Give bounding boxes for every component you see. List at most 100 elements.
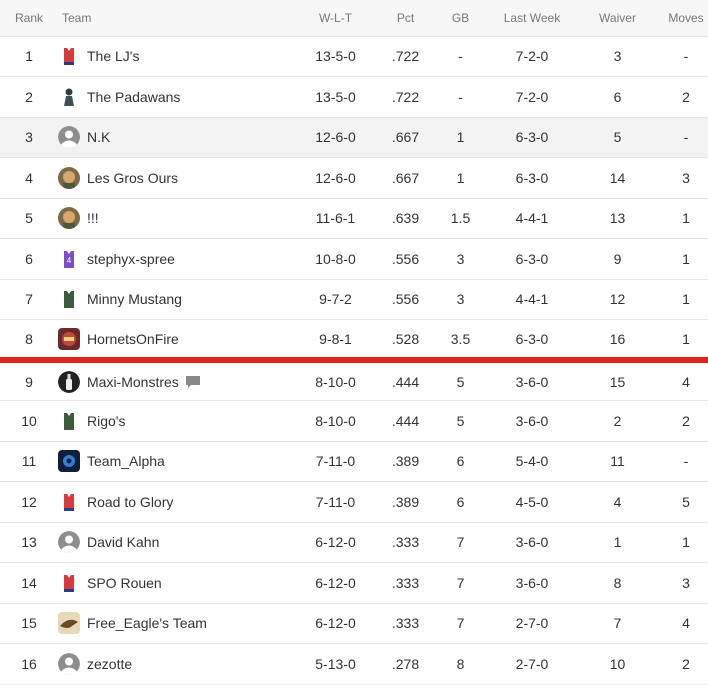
blue-logo-icon[interactable]: [58, 450, 80, 473]
team-cell: zezotte: [58, 643, 288, 685]
dark-figure-icon[interactable]: [58, 85, 80, 108]
gb-cell: 5: [428, 400, 493, 442]
table-row: 13 David Kahn 6-12-0.333 7 3-6-0 1 1: [0, 522, 708, 563]
last-week-cell: 6-3-0: [493, 319, 571, 363]
moves-cell: 1: [664, 238, 708, 280]
waiver-cell: 7: [571, 603, 664, 644]
gb-cell: 3.5: [428, 319, 493, 363]
last-week-cell: 4-4-1: [493, 198, 571, 239]
waiver-cell: 13: [571, 198, 664, 239]
purple-jersey-icon[interactable]: 4: [58, 247, 80, 270]
pct-header[interactable]: Pct: [383, 0, 428, 37]
rank-cell: 16: [0, 643, 58, 685]
team-cell: Road to Glory: [58, 481, 288, 523]
moves-cell: 4: [664, 360, 708, 401]
team-cell: HornetsOnFire: [58, 319, 288, 363]
rank-cell: 10: [0, 400, 58, 442]
rank-cell: 3: [0, 117, 58, 158]
team-cell: SPO Rouen: [58, 562, 288, 604]
team-name-link[interactable]: HornetsOnFire: [87, 331, 179, 347]
waiver-cell: 5: [571, 117, 664, 158]
gb-cell: -: [428, 36, 493, 77]
red-jersey-icon[interactable]: [58, 45, 80, 68]
default-user-icon[interactable]: [58, 126, 80, 149]
pct-cell: .444: [383, 360, 428, 401]
last-week-cell: 5-4-0: [493, 441, 571, 482]
team-name-link[interactable]: zezotte: [87, 656, 132, 672]
gb-cell: 5: [428, 360, 493, 401]
moves-cell: -: [664, 36, 708, 77]
default-user-icon[interactable]: [58, 531, 80, 554]
wlt-cell: 5-13-0: [288, 643, 383, 685]
green-jersey-icon[interactable]: [58, 288, 80, 311]
table-row: 5!!! 11-6-1.639 1.5 4-4-1 13 1: [0, 198, 708, 239]
rank-header[interactable]: Rank: [0, 0, 58, 37]
wlt-cell: 12-6-0: [288, 117, 383, 158]
moves-cell: -: [664, 441, 708, 482]
rank-cell: 8: [0, 319, 58, 363]
pct-cell: .556: [383, 279, 428, 320]
team-name-link[interactable]: Free_Eagle's Team: [87, 615, 207, 631]
bottle-icon[interactable]: [58, 370, 80, 393]
table-row: 4 Les Gros Ours 12-6-0.667 1 6-3-0 14 3: [0, 157, 708, 199]
last-week-cell: 3-6-0: [493, 562, 571, 604]
gb-cell: 6: [428, 441, 493, 482]
team-name-link[interactable]: David Kahn: [87, 534, 159, 550]
team-name-link[interactable]: stephyx-spree: [87, 251, 175, 267]
wlt-header[interactable]: W-L-T: [288, 0, 383, 37]
team-header[interactable]: Team: [58, 0, 288, 37]
moves-cell: 1: [664, 279, 708, 320]
message-icon[interactable]: [185, 375, 201, 389]
rank-cell: 9: [0, 360, 58, 401]
team-name-link[interactable]: N.K: [87, 129, 110, 145]
hornets-logo-icon[interactable]: [58, 327, 80, 350]
team-cell: !!!: [58, 198, 288, 239]
green-jersey-icon[interactable]: [58, 409, 80, 432]
team-name-link[interactable]: Rigo's: [87, 413, 125, 429]
team-cell: The LJ's: [58, 36, 288, 77]
red-jersey-icon[interactable]: [58, 571, 80, 594]
wlt-cell: 12-6-0: [288, 157, 383, 199]
last-week-cell: 7-2-0: [493, 76, 571, 118]
team-name-link[interactable]: !!!: [87, 210, 99, 226]
table-row: 8 HornetsOnFire 9-8-1.528 3.5 6-3-0 16 1: [0, 319, 708, 363]
photo-avatar-icon[interactable]: [58, 166, 80, 189]
rank-cell: 7: [0, 279, 58, 320]
eagle-icon[interactable]: [58, 612, 80, 635]
last-week-header[interactable]: Last Week: [493, 0, 571, 37]
moves-cell: 5: [664, 481, 708, 523]
team-name-link[interactable]: Team_Alpha: [87, 453, 165, 469]
team-cell: Minny Mustang: [58, 279, 288, 320]
photo-avatar-icon[interactable]: [58, 207, 80, 230]
team-cell: Team_Alpha: [58, 441, 288, 482]
team-name-link[interactable]: Minny Mustang: [87, 291, 182, 307]
gb-header[interactable]: GB: [428, 0, 493, 37]
waiver-header[interactable]: Waiver: [571, 0, 664, 37]
team-name-link[interactable]: The LJ's: [87, 48, 139, 64]
moves-cell: 2: [664, 76, 708, 118]
waiver-cell: 10: [571, 643, 664, 685]
team-cell: David Kahn: [58, 522, 288, 563]
team-name-link[interactable]: Road to Glory: [87, 494, 173, 510]
wlt-cell: 7-11-0: [288, 441, 383, 482]
pct-cell: .333: [383, 522, 428, 563]
last-week-cell: 4-4-1: [493, 279, 571, 320]
team-name-link[interactable]: Les Gros Ours: [87, 170, 178, 186]
table-row: 12 Road to Glory 7-11-0.389 6 4-5-0 4 5: [0, 481, 708, 523]
default-user-icon[interactable]: [58, 652, 80, 675]
wlt-cell: 6-12-0: [288, 562, 383, 604]
rank-cell: 13: [0, 522, 58, 563]
team-name-link[interactable]: Maxi-Monstres: [87, 374, 179, 390]
moves-header[interactable]: Moves: [664, 0, 708, 37]
rank-cell: 6: [0, 238, 58, 280]
wlt-cell: 10-8-0: [288, 238, 383, 280]
pct-cell: .444: [383, 400, 428, 442]
wlt-cell: 9-7-2: [288, 279, 383, 320]
wlt-cell: 8-10-0: [288, 400, 383, 442]
rank-cell: 12: [0, 481, 58, 523]
red-jersey-icon[interactable]: [58, 490, 80, 513]
team-name-link[interactable]: The Padawans: [87, 89, 180, 105]
last-week-cell: 3-6-0: [493, 522, 571, 563]
team-name-link[interactable]: SPO Rouen: [87, 575, 162, 591]
waiver-cell: 9: [571, 238, 664, 280]
